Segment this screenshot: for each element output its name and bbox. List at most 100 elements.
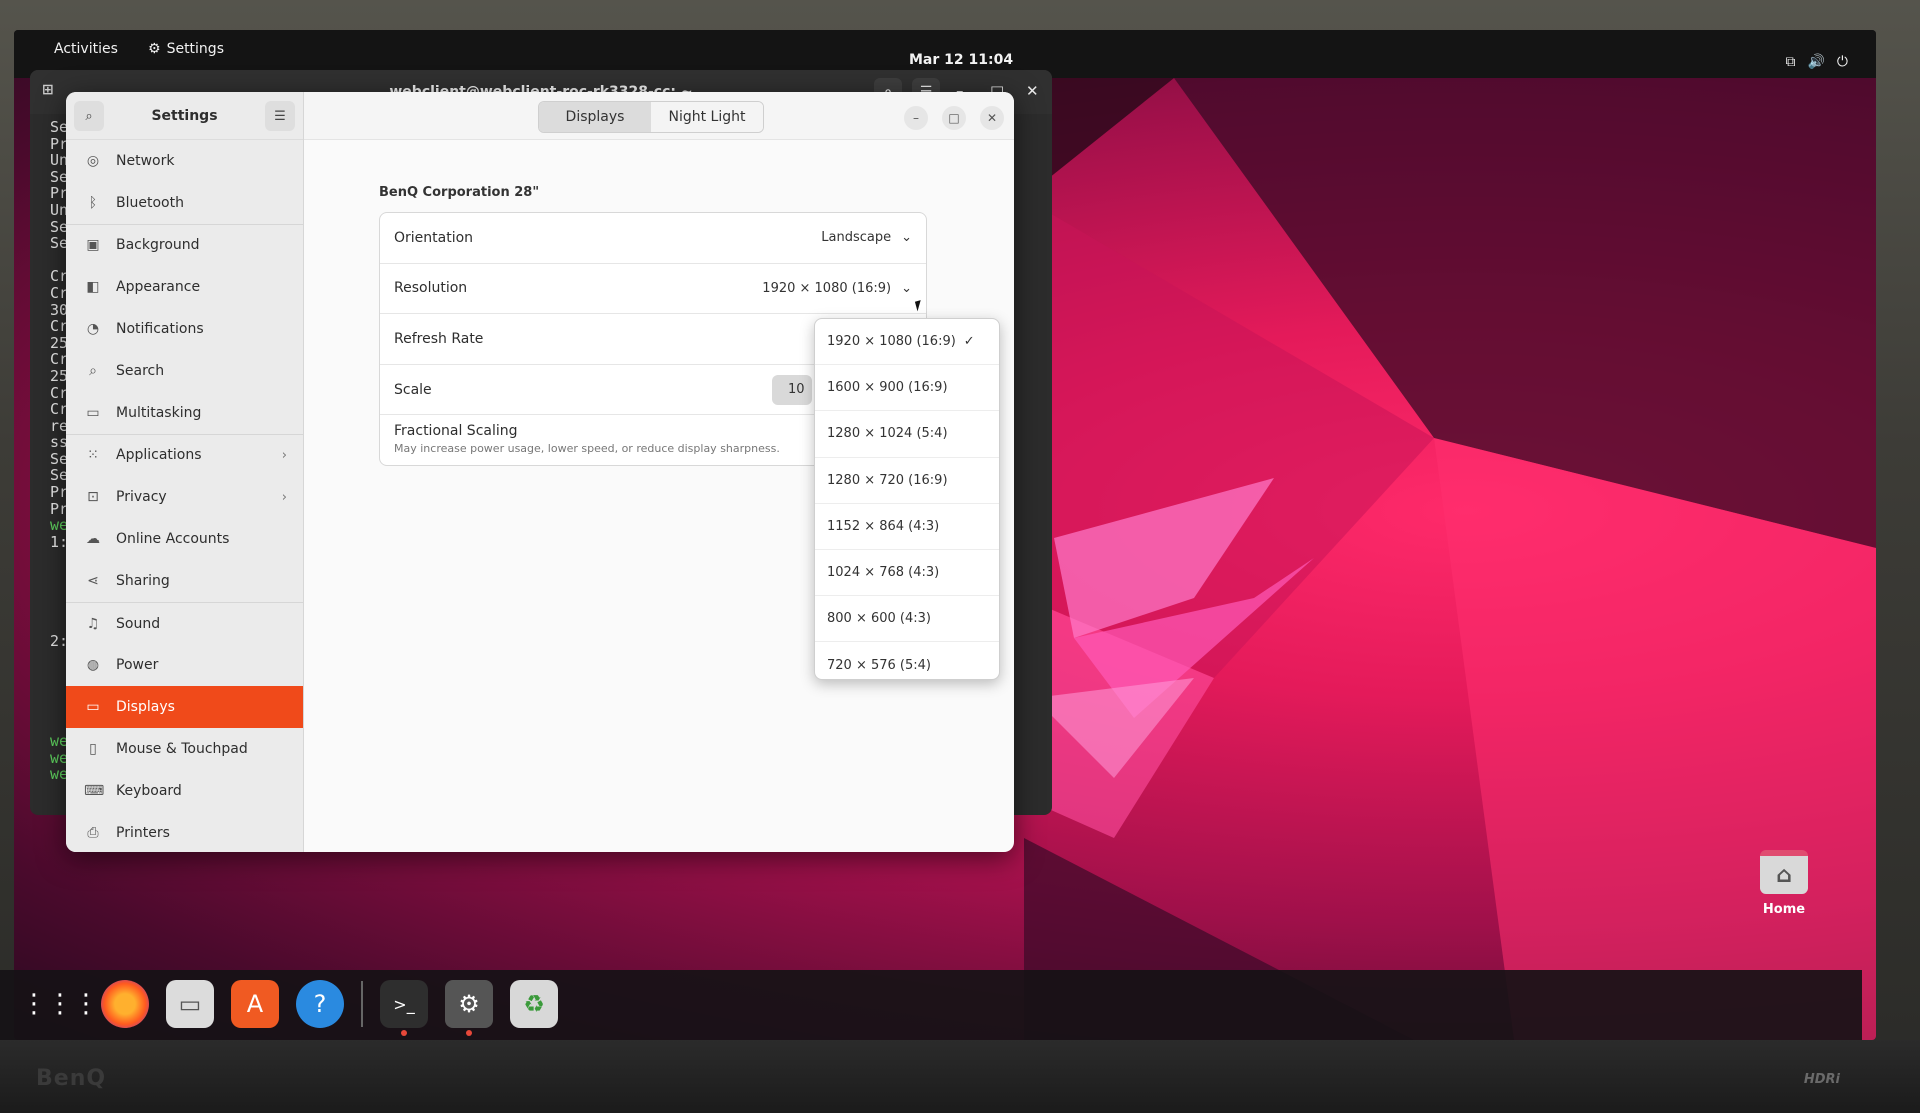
resolution-option[interactable]: 1920 × 1080 (16:9) ✓ (815, 319, 999, 366)
help-icon[interactable]: ? (296, 980, 344, 1028)
lock-icon: ⊡ (87, 489, 99, 506)
sidebar-item-privacy[interactable]: ⊡ Privacy › (66, 476, 303, 518)
appearance-icon: ◧ (86, 279, 100, 296)
sidebar-header: ⌕ Settings ☰ (66, 92, 303, 140)
home-folder[interactable]: ⌂ Home (1744, 850, 1824, 917)
tab-switcher: Displays Night Light (538, 101, 764, 133)
minimize-icon[interactable]: – (904, 106, 928, 130)
power-icon: ◍ (86, 657, 100, 674)
sidebar-item-printers[interactable]: ⎙ Printers (66, 812, 303, 852)
share-icon: ⋖ (87, 572, 99, 589)
sidebar-item-mouse-touchpad[interactable]: ▯ Mouse & Touchpad (66, 728, 303, 770)
checkmark-icon: ✓ (963, 334, 975, 350)
refresh-rate-label: Refresh Rate (394, 330, 484, 347)
gear-icon: ⚙ (148, 41, 161, 57)
bell-icon: ◔ (86, 321, 100, 338)
sidebar-item-online-accounts[interactable]: ☁ Online Accounts (66, 518, 303, 560)
scale-button[interactable]: 10 (772, 374, 812, 405)
sidebar-item-background[interactable]: ▣ Background (66, 225, 303, 267)
terminal-icon[interactable]: >_ (380, 980, 428, 1036)
resolution-option[interactable]: 1152 × 864 (4:3) (815, 504, 999, 550)
resolution-option[interactable]: 1600 × 900 (16:9) (815, 365, 999, 412)
home-icon: ⌂ (1760, 850, 1808, 894)
sidebar-item-label: Displays (116, 699, 175, 716)
sidebar-item-label: Applications (116, 447, 202, 464)
resolution-option-label: 720 × 576 (5:4) (827, 657, 931, 673)
dock-separator (361, 981, 363, 1027)
resolution-option-label: 1600 × 900 (16:9) (827, 380, 948, 396)
resolution-dropdown[interactable]: 1920 × 1080 (16:9) ⌄ (762, 281, 912, 296)
monitor-name: BenQ Corporation 28" (379, 185, 540, 200)
sidebar-item-appearance[interactable]: ◧ Appearance (66, 266, 303, 308)
resolution-option[interactable]: 1280 × 720 (16:9) (815, 458, 999, 504)
sidebar-item-multitasking[interactable]: ▭ Multitasking (66, 392, 303, 434)
resolution-popover: 1920 × 1080 (16:9) ✓ 1600 × 900 (16:9) 1280… (814, 318, 1000, 680)
app-menu-label: Settings (166, 41, 224, 57)
sidebar-item-bluetooth[interactable]: ᛒ Bluetooth (66, 182, 303, 224)
running-indicator (401, 1030, 407, 1036)
app-center-icon[interactable]: A (231, 980, 279, 1028)
sidebar-item-label: Appearance (116, 279, 201, 296)
sidebar-item-sharing[interactable]: ⋖ Sharing (66, 560, 303, 602)
tab-displays[interactable]: Displays (539, 102, 651, 132)
chevron-down-icon: ⌄ (901, 230, 912, 246)
keyboard-icon: ⌨ (84, 782, 105, 799)
firefox-icon[interactable] (101, 980, 149, 1028)
sidebar-item-label: Notifications (116, 321, 204, 338)
sidebar-item-label: Printers (116, 824, 170, 841)
sidebar-item-applications[interactable]: ⁙ Applications › (66, 435, 303, 477)
mouse-icon: ▯ (89, 741, 97, 758)
settings-sidebar: ⌕ Settings ☰ ◎ Network ᛒ Bluetooth ▣ Backgrou… (66, 92, 304, 852)
sidebar-item-sound[interactable]: ♫ Sound (66, 603, 303, 645)
activities-button[interactable]: Activities (54, 41, 118, 57)
sidebar-item-label: Bluetooth (116, 194, 184, 211)
sidebar-list: ◎ Network ᛒ Bluetooth ▣ Background ◧ Appearance… (66, 140, 303, 852)
search-icon[interactable]: ⌕ (74, 101, 104, 131)
chevron-down-icon: ⌄ (901, 280, 912, 296)
home-label: Home (1762, 902, 1806, 917)
resolution-option-label: 800 × 600 (4:3) (827, 611, 931, 627)
sidebar-item-notifications[interactable]: ◔ Notifications (66, 308, 303, 350)
sidebar-item-search[interactable]: ⌕ Search (66, 350, 303, 392)
close-icon[interactable]: ✕ (980, 106, 1004, 130)
orientation-dropdown[interactable]: Landscape ⌄ (821, 230, 912, 245)
close-icon[interactable]: ✕ (1026, 82, 1039, 100)
system-tray[interactable]: ⧉ 🔊 ⏻ (1785, 54, 1848, 70)
trash-icon[interactable]: ♻ (510, 980, 558, 1028)
resolution-row[interactable]: Resolution 1920 × 1080 (16:9) ⌄ (380, 264, 926, 315)
clock[interactable]: Mar 12 11:04 (909, 52, 1013, 68)
sidebar-item-displays[interactable]: ▭ Displays (66, 686, 303, 729)
monitor-brand: BenQ (36, 1066, 107, 1091)
sidebar-item-power[interactable]: ◍ Power (66, 645, 303, 687)
cloud-icon: ☁ (86, 531, 100, 548)
resolution-label: Resolution (394, 280, 468, 297)
bluetooth-icon: ᛒ (88, 194, 98, 211)
resolution-option[interactable]: 1024 × 768 (4:3) (815, 550, 999, 597)
files-icon[interactable]: ▭ (166, 980, 214, 1028)
app-menu[interactable]: ⚙ Settings (148, 41, 224, 57)
resolution-option-label: 1280 × 1024 (5:4) (827, 426, 948, 442)
orientation-value: Landscape (821, 230, 892, 246)
resolution-option[interactable]: 800 × 600 (4:3) (815, 596, 999, 643)
new-tab-icon[interactable]: ⊞ (42, 82, 54, 98)
sidebar-item-label: Background (116, 237, 200, 254)
power-icon: ⏻ (1836, 54, 1848, 70)
app-grid-icon[interactable]: ⋮⋮⋮ (21, 980, 99, 1028)
menu-icon[interactable]: ☰ (265, 101, 295, 131)
multitasking-icon: ▭ (86, 404, 100, 421)
resolution-option[interactable]: 720 × 576 (5:4) (815, 642, 999, 679)
chevron-right-icon: › (281, 489, 287, 505)
orientation-row[interactable]: Orientation Landscape ⌄ (380, 213, 926, 264)
sidebar-item-network[interactable]: ◎ Network (66, 140, 303, 182)
sidebar-item-label: Sharing (116, 572, 170, 589)
tab-night-light[interactable]: Night Light (651, 102, 763, 132)
display-icon: ▭ (86, 699, 100, 716)
search-icon: ⌕ (89, 362, 97, 379)
sidebar-item-label: Multitasking (116, 404, 202, 421)
maximize-icon[interactable]: □ (942, 106, 966, 130)
settings-icon[interactable]: ⚙ (445, 980, 493, 1036)
sidebar-item-label: Search (116, 362, 165, 379)
resolution-option[interactable]: 1280 × 1024 (5:4) (815, 411, 999, 458)
network-icon: ⧉ (1785, 54, 1796, 70)
sidebar-item-keyboard[interactable]: ⌨ Keyboard (66, 770, 303, 812)
